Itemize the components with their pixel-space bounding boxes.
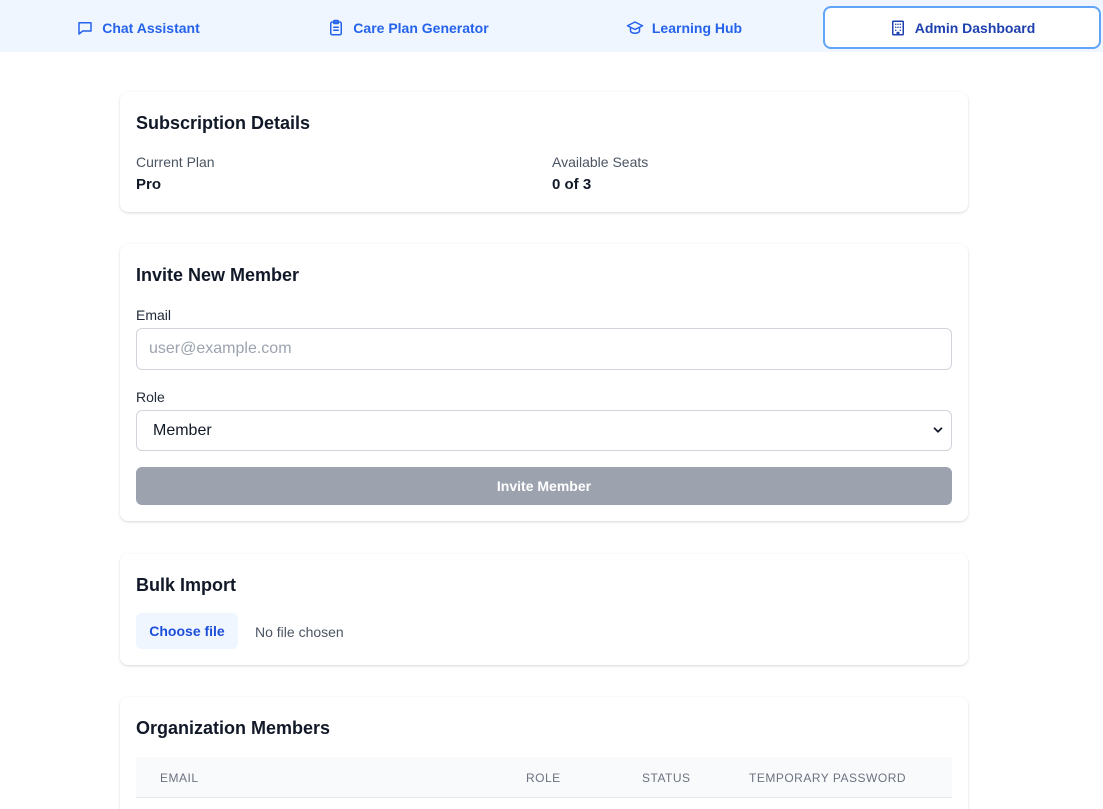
tab-label: Care Plan Generator: [353, 19, 489, 36]
clipboard-list-icon: [330, 19, 343, 35]
role-select[interactable]: Member: [136, 410, 952, 451]
tab-label: Admin Dashboard: [914, 19, 1036, 36]
tab-admin-dashboard[interactable]: Admin Dashboard: [823, 6, 1101, 49]
building-icon: [891, 20, 904, 35]
choose-file-button[interactable]: Choose file: [136, 613, 238, 649]
subscription-details-card: Subscription Details Current Plan Pro Av…: [120, 92, 968, 212]
tab-care-plan-generator[interactable]: Care Plan Generator: [270, 6, 546, 49]
available-seats-value: 0 of 3: [552, 176, 592, 193]
tab-chat-assistant[interactable]: Chat Assistant: [0, 6, 276, 49]
tab-label: Chat Assistant: [102, 19, 200, 36]
column-header-status: Status: [642, 771, 691, 785]
available-seats-label: Available Seats: [552, 154, 649, 170]
section-title: Invite New Member: [136, 265, 300, 285]
graduation-cap-icon: [626, 20, 644, 34]
section-title: Organization Members: [136, 718, 331, 738]
top-navigation: Chat Assistant Care Plan Generator Learn…: [0, 0, 1103, 52]
bulk-import-card: Bulk Import Choose file No file chosen: [120, 554, 968, 665]
column-header-temporary-password: Temporary Password: [749, 771, 907, 785]
email-label: Email: [136, 307, 172, 323]
column-header-email: Email: [160, 771, 199, 785]
role-label: Role: [136, 389, 165, 405]
chat-bubble-icon: [78, 21, 92, 35]
role-selected-value: Member: [153, 421, 212, 439]
current-plan-label: Current Plan: [136, 154, 215, 170]
invite-member-card: Invite New Member Email Role Member Invi…: [120, 244, 968, 521]
tab-label: Learning Hub: [651, 19, 743, 36]
organization-members-card: Organization Members Email Role Status T…: [120, 697, 968, 809]
column-header-role: Role: [526, 771, 561, 785]
invite-member-button[interactable]: Invite Member: [136, 467, 952, 505]
section-title: Subscription Details: [136, 113, 311, 133]
section-title: Bulk Import: [136, 575, 237, 595]
members-table-header: Email Role Status Temporary Password: [136, 757, 952, 798]
email-field[interactable]: [136, 328, 952, 370]
file-status-text: No file chosen: [255, 624, 344, 640]
tab-learning-hub[interactable]: Learning Hub: [546, 6, 822, 49]
chevron-down-icon: [933, 427, 943, 433]
current-plan-value: Pro: [136, 176, 162, 193]
